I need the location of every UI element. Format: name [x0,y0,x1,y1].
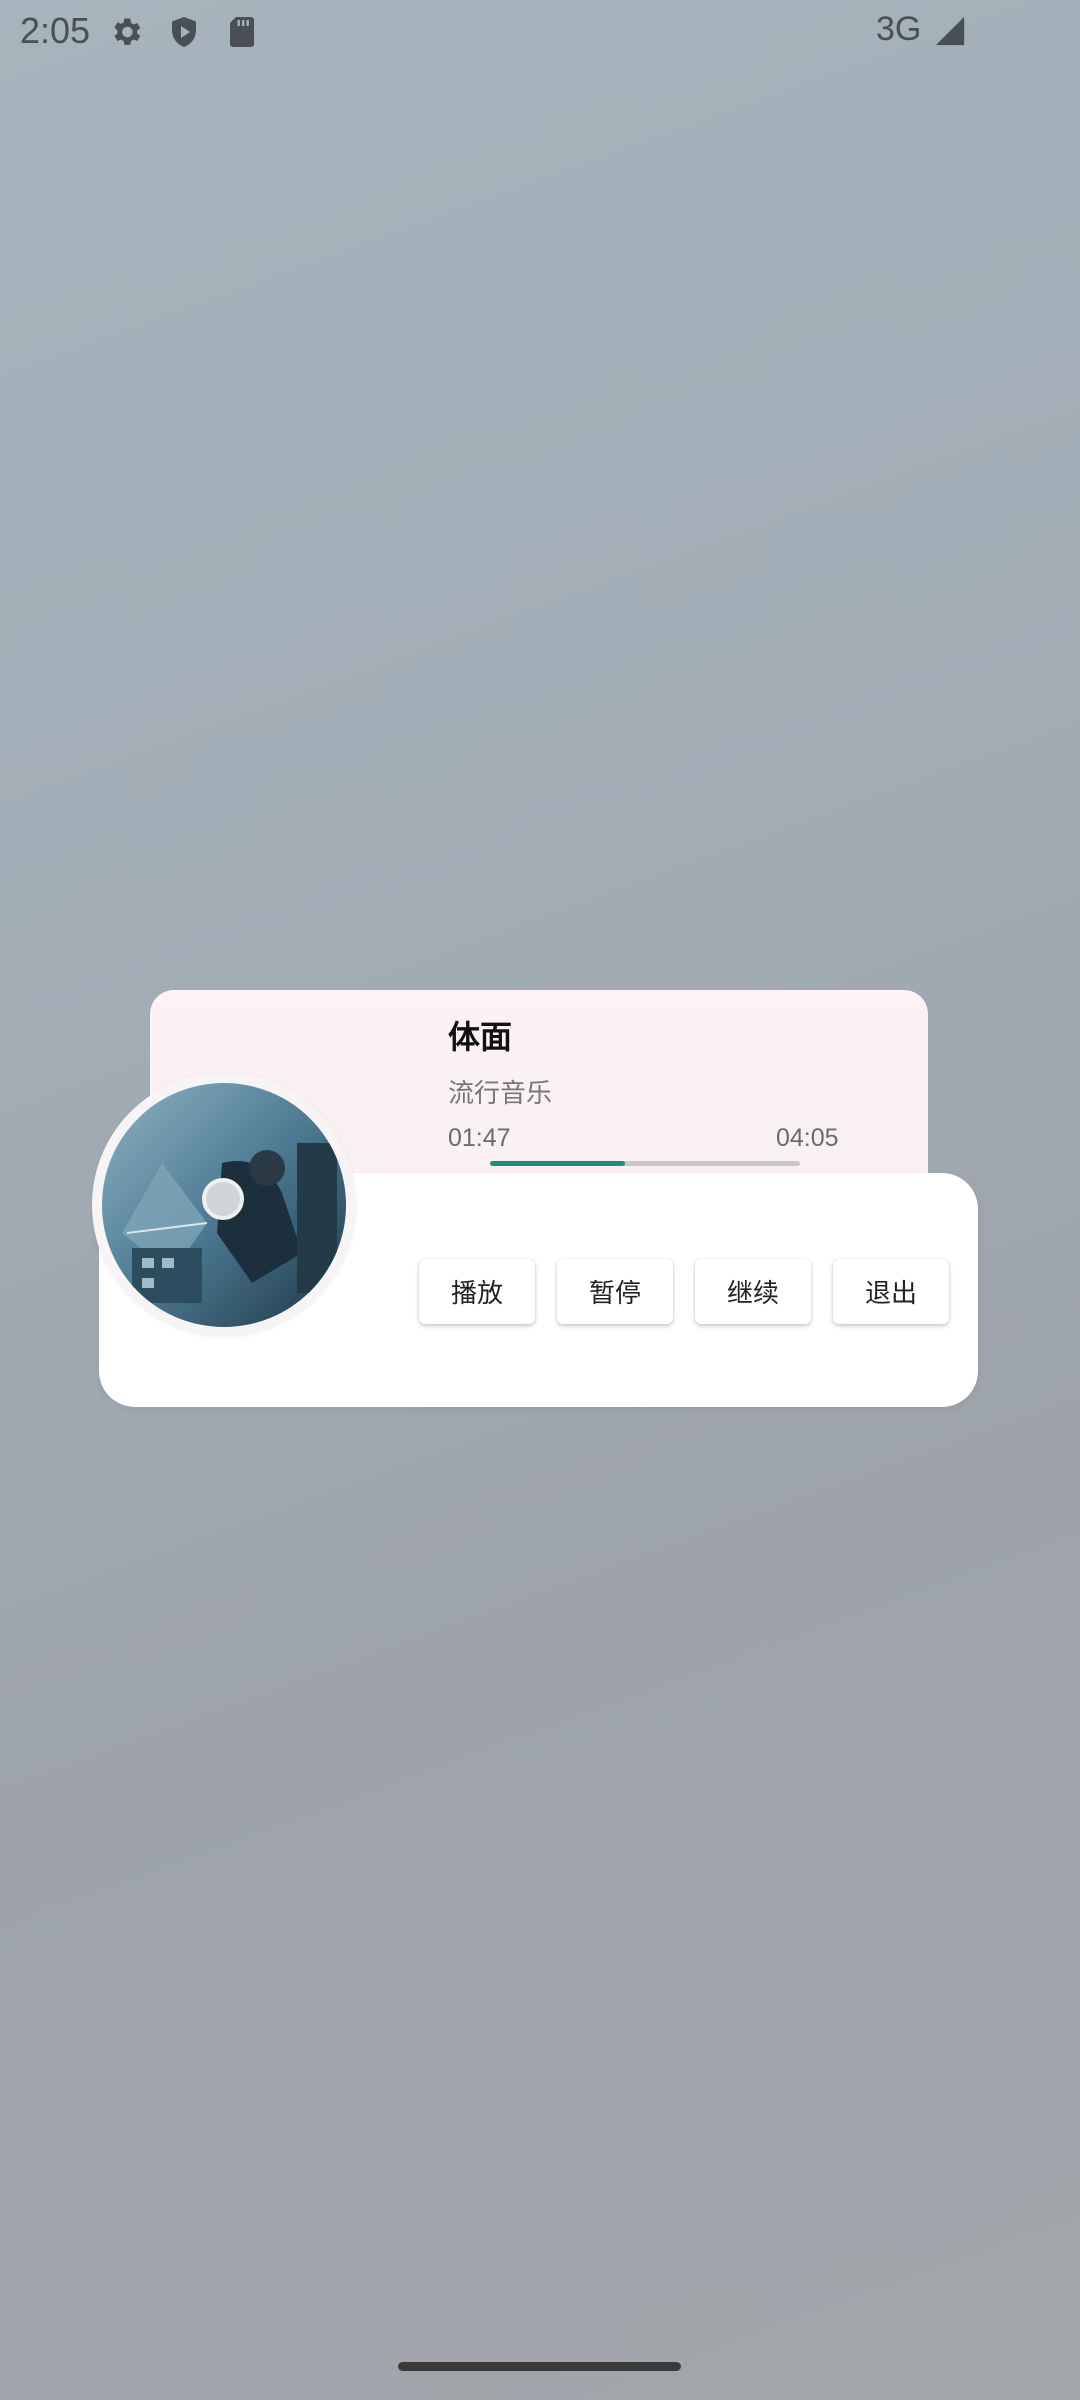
exit-button[interactable]: 退出 [833,1259,949,1324]
home-indicator[interactable] [398,2362,681,2371]
resume-button[interactable]: 继续 [695,1259,811,1324]
status-time: 2:05 [20,10,91,51]
song-genre: 流行音乐 [448,1079,553,1109]
play-button[interactable]: 播放 [419,1259,535,1324]
shield-play-icon [172,17,196,47]
network-type: 3G [876,10,922,48]
pause-button[interactable]: 暂停 [557,1259,673,1324]
disc-center-hole [202,1178,244,1220]
total-time: 04:05 [776,1124,839,1152]
sd-card-icon [230,17,254,47]
status-bar: 2:05 3G [0,0,1080,64]
song-title: 体面 [448,1018,513,1056]
progress-bar[interactable] [490,1161,800,1166]
progress-fill [490,1161,626,1166]
settings-icon [114,18,141,45]
signal-icon [935,16,965,46]
